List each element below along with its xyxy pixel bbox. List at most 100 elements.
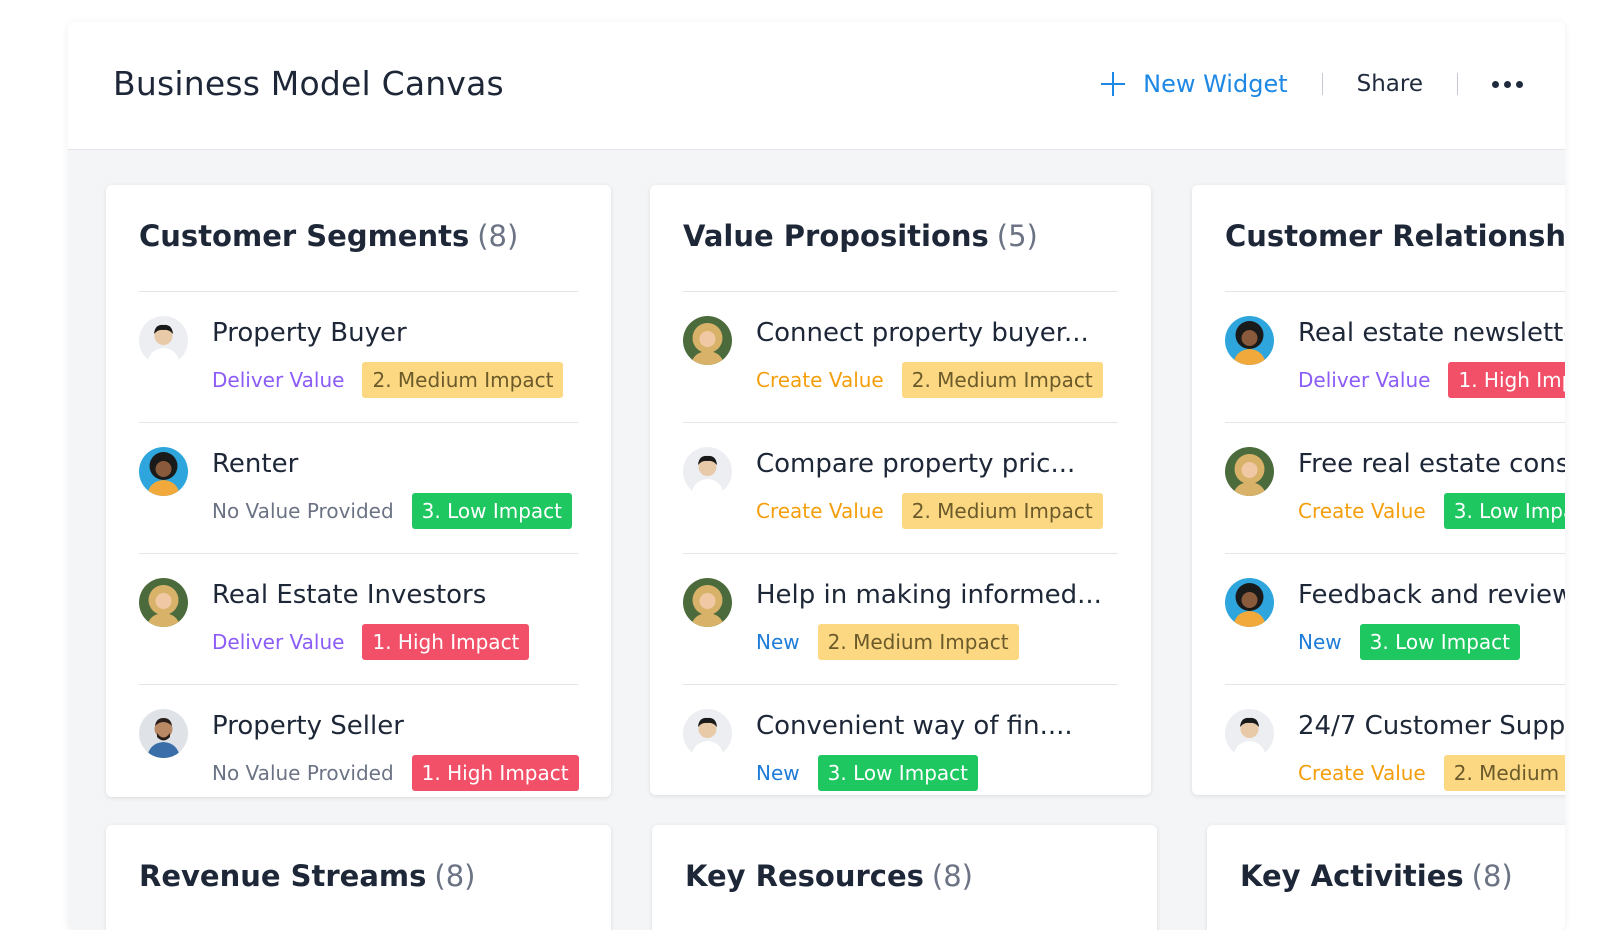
impact-badge: 1. High Impact <box>1448 362 1565 398</box>
widget-customer-segments: Customer Segments (8) Property Buyer Deli… <box>106 185 611 797</box>
list-item[interactable]: 24/7 Customer Support Create Value 2. Me… <box>1225 685 1565 795</box>
widget-title[interactable]: Key Resources (8) <box>685 859 973 893</box>
avatar <box>683 578 732 627</box>
avatar <box>683 447 732 496</box>
status-label: Create Value <box>1298 499 1426 523</box>
list-item[interactable]: Connect property buyer... Create Value 2… <box>683 292 1118 423</box>
item-tags: No Value Provided 1. High Impact <box>212 755 579 791</box>
new-widget-button[interactable]: New Widget <box>1101 70 1288 98</box>
widget-customer-relationships: Customer Relationships Real estate newsl… <box>1192 185 1565 795</box>
item-tags: New 2. Medium Impact <box>756 624 1019 660</box>
impact-badge: 1. High Impact <box>411 755 579 791</box>
widget-count: (8) <box>434 859 476 893</box>
item-tags: New 3. Low Impact <box>1298 624 1520 660</box>
status-label: Create Value <box>1298 761 1426 785</box>
item-title: Real Estate Investors <box>212 580 487 610</box>
item-tags: No Value Provided 3. Low Impact <box>212 493 573 529</box>
header-bar: Business Model Canvas New Widget Share <box>68 22 1565 150</box>
list-item[interactable]: Convenient way of fin.... New 3. Low Imp… <box>683 685 1118 795</box>
status-label: Create Value <box>756 368 884 392</box>
widget-title[interactable]: Customer Segments (8) <box>139 219 518 253</box>
header-actions: New Widget Share <box>1101 62 1523 106</box>
item-title: Feedback and reviews <box>1298 580 1565 610</box>
status-label: New <box>1298 630 1342 654</box>
item-tags: New 3. Low Impact <box>756 755 978 791</box>
list-item[interactable]: Compare property pric... Create Value 2.… <box>683 423 1118 554</box>
item-title: Free real estate consultation <box>1298 449 1565 479</box>
avatar <box>1225 578 1274 627</box>
list-item[interactable]: Real Estate Investors Deliver Value 1. H… <box>139 554 578 685</box>
avatar <box>139 447 188 496</box>
impact-badge: 3. Low Impact <box>411 493 573 529</box>
item-tags: Deliver Value 2. Medium Impact <box>212 362 564 398</box>
avatar <box>1225 447 1274 496</box>
item-title: Convenient way of fin.... <box>756 711 1073 741</box>
divider <box>1321 73 1323 95</box>
plus-icon <box>1101 72 1126 96</box>
more-dots-icon[interactable] <box>1492 77 1523 92</box>
widget-count: (8) <box>931 859 973 893</box>
widget-title[interactable]: Value Propositions (5) <box>683 219 1038 253</box>
item-tags: Create Value 2. Medium Impact <box>756 493 1103 529</box>
widget-title[interactable]: Revenue Streams (8) <box>139 859 476 893</box>
item-title: Renter <box>212 449 299 479</box>
item-title: Help in making informed... <box>756 580 1102 610</box>
impact-badge: 2. Medium Impact <box>901 362 1103 398</box>
impact-badge: 3. Low Impact <box>1359 624 1520 660</box>
status-label: Deliver Value <box>212 368 345 392</box>
status-label: No Value Provided <box>212 499 394 523</box>
item-title: Compare property pric... <box>756 449 1076 479</box>
impact-badge: 1. High Impact <box>362 624 530 660</box>
status-label: No Value Provided <box>212 761 394 785</box>
list-item[interactable]: Renter No Value Provided 3. Low Impact <box>139 423 578 554</box>
list-item[interactable]: Feedback and reviews New 3. Low Impact <box>1225 554 1565 685</box>
avatar <box>683 316 732 365</box>
widget-key-activities: Key Activities (8) <box>1207 825 1565 930</box>
divider <box>1457 73 1458 95</box>
impact-badge: 3. Low Impact <box>817 755 978 791</box>
widget-count: (8) <box>1471 859 1513 893</box>
item-tags: Create Value 3. Low Impact <box>1298 493 1565 529</box>
impact-badge: 2. Medium Impact <box>1443 755 1565 791</box>
status-label: Deliver Value <box>1298 368 1431 392</box>
impact-badge: 3. Low Impact <box>1443 493 1565 529</box>
impact-badge: 2. Medium Impact <box>901 493 1103 529</box>
share-button[interactable]: Share <box>1357 71 1423 97</box>
widget-title[interactable]: Key Activities (8) <box>1240 859 1513 893</box>
list-item[interactable]: Free real estate consultation Create Val… <box>1225 423 1565 554</box>
item-title: Connect property buyer... <box>756 318 1089 348</box>
page-title: Business Model Canvas <box>113 64 504 103</box>
item-tags: Create Value 2. Medium Impact <box>756 362 1103 398</box>
avatar <box>139 578 188 627</box>
list-item[interactable]: Help in making informed... New 2. Medium… <box>683 554 1118 685</box>
item-tags: Deliver Value 1. High Impact <box>1298 362 1565 398</box>
widget-count: (8) <box>477 219 519 253</box>
avatar <box>139 316 188 365</box>
impact-badge: 2. Medium Impact <box>817 624 1019 660</box>
item-tags: Create Value 2. Medium Impact <box>1298 755 1565 791</box>
item-tags: Deliver Value 1. High Impact <box>212 624 530 660</box>
impact-badge: 2. Medium Impact <box>362 362 564 398</box>
avatar <box>1225 316 1274 365</box>
widget-revenue-streams: Revenue Streams (8) <box>106 825 611 930</box>
avatar <box>683 709 732 758</box>
widget-value-propositions: Value Propositions (5) Connect property b… <box>650 185 1151 795</box>
new-widget-label: New Widget <box>1143 70 1288 98</box>
app-window: Business Model Canvas New Widget Share C… <box>68 22 1565 930</box>
list-item[interactable]: Property Seller No Value Provided 1. Hig… <box>139 685 579 797</box>
avatar <box>1225 709 1274 758</box>
widget-count: (5) <box>996 219 1038 253</box>
status-label: New <box>756 761 800 785</box>
status-label: Create Value <box>756 499 884 523</box>
avatar <box>139 709 188 758</box>
list-item[interactable]: Real estate newsletter Deliver Value 1. … <box>1225 292 1565 423</box>
item-title: Property Seller <box>212 711 404 741</box>
list-item[interactable]: Property Buyer Deliver Value 2. Medium I… <box>139 292 578 423</box>
item-title: 24/7 Customer Support <box>1298 711 1565 741</box>
status-label: New <box>756 630 800 654</box>
item-title: Real estate newsletter <box>1298 318 1565 348</box>
status-label: Deliver Value <box>212 630 345 654</box>
widget-title[interactable]: Customer Relationships <box>1225 219 1565 253</box>
widget-key-resources: Key Resources (8) <box>652 825 1157 930</box>
item-title: Property Buyer <box>212 318 407 348</box>
